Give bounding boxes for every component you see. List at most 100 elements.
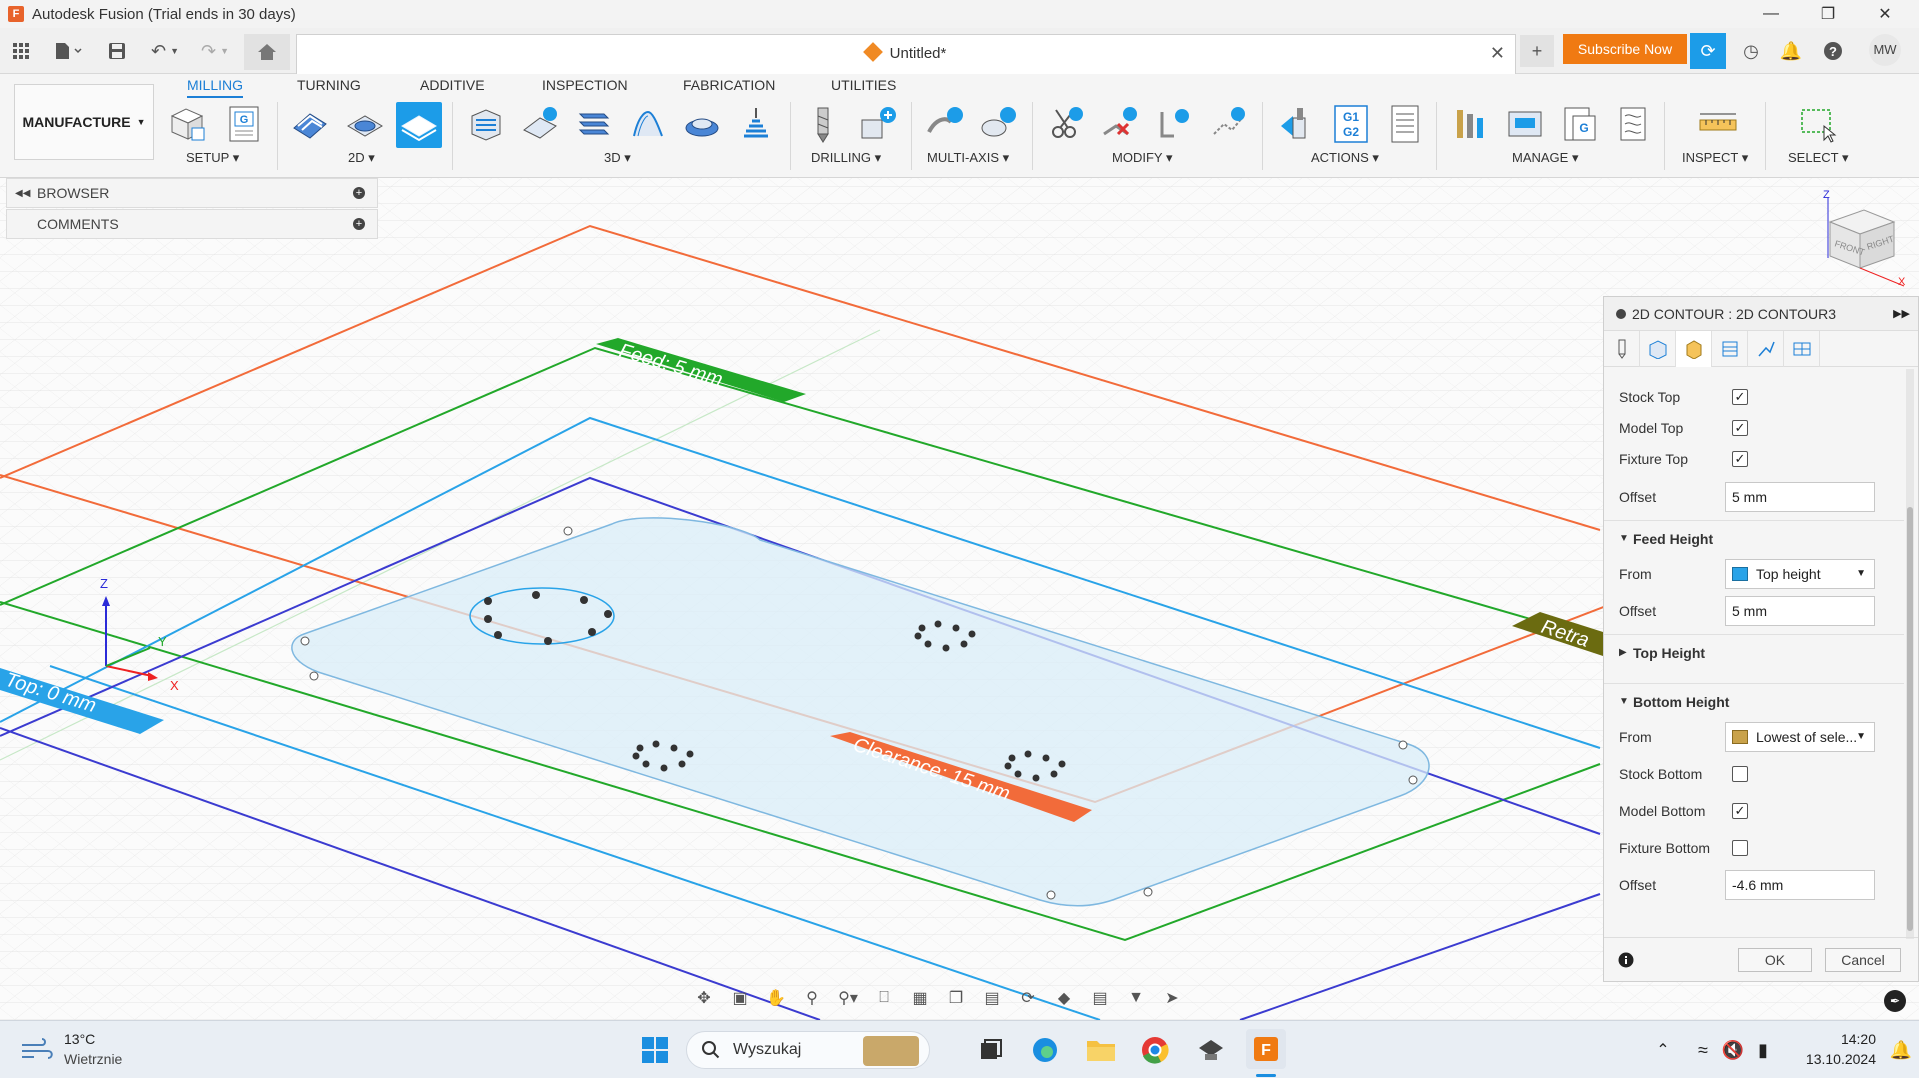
- post-process-icon[interactable]: G1G2: [1331, 104, 1371, 144]
- viewports-icon[interactable]: ❐: [942, 985, 970, 1011]
- section-analysis-icon[interactable]: ▤: [978, 985, 1006, 1011]
- document-tab[interactable]: Untitled* ✕: [296, 34, 1516, 74]
- 3d-adaptive-icon[interactable]: [466, 104, 506, 144]
- move-entry-icon[interactable]: [1154, 104, 1194, 144]
- bottom-offset-input[interactable]: -4.6 mm: [1725, 870, 1875, 900]
- stock-display-icon[interactable]: ◆: [1050, 985, 1078, 1011]
- tab-utilities[interactable]: UTILITIES: [831, 74, 896, 98]
- trim-toolpath-icon[interactable]: [1046, 104, 1086, 144]
- dialog-scrollbar-thumb[interactable]: [1907, 507, 1913, 931]
- 3d-steep-shallow-icon[interactable]: [574, 104, 614, 144]
- home-icon[interactable]: [244, 34, 290, 70]
- weather-wind-icon[interactable]: [20, 1037, 54, 1061]
- model-top-checkbox[interactable]: ✓: [1732, 420, 1748, 436]
- setup-sheet-icon[interactable]: [1385, 104, 1425, 144]
- job-status-clock-icon[interactable]: ◷: [1734, 36, 1768, 66]
- show-hidden-icons-chevron-icon[interactable]: ⌃: [1644, 1031, 1682, 1069]
- extensions-icon[interactable]: ⟳: [1690, 33, 1726, 69]
- delete-points-icon[interactable]: [1100, 104, 1140, 144]
- 3d-parallel-icon[interactable]: [628, 104, 668, 144]
- comments-expand-icon[interactable]: +: [353, 218, 365, 230]
- 2d-contour-icon-active[interactable]: [396, 102, 442, 148]
- save-icon[interactable]: [104, 36, 130, 66]
- zoom-icon[interactable]: ⚲: [798, 985, 826, 1011]
- machine-library-icon[interactable]: [1505, 104, 1545, 144]
- taskbar-time[interactable]: 14:20: [1786, 1031, 1876, 1047]
- viewcube[interactable]: FRONT RIGHT Z X: [1810, 188, 1910, 288]
- battery-icon[interactable]: ▮: [1744, 1031, 1782, 1069]
- user-avatar[interactable]: MW: [1869, 34, 1901, 66]
- workspace-switcher[interactable]: MANUFACTURE ▼: [14, 84, 154, 160]
- 3d-scallop-icon[interactable]: [682, 104, 722, 144]
- new-setup-icon[interactable]: [168, 104, 208, 144]
- look-at-icon[interactable]: ▣: [726, 985, 754, 1011]
- pan-hand-icon[interactable]: ✋: [762, 985, 790, 1011]
- measure-icon[interactable]: [1698, 104, 1738, 144]
- notifications-bell-icon[interactable]: 🔔: [1774, 36, 1808, 66]
- tool-library-icon[interactable]: [1451, 104, 1491, 144]
- 2d-pocket-icon[interactable]: [345, 104, 385, 144]
- group-setup[interactable]: SETUP ▾: [186, 150, 239, 166]
- swarf-icon[interactable]: [978, 104, 1018, 144]
- orbit-move-icon[interactable]: ✥: [690, 985, 718, 1011]
- 2d-adaptive-icon[interactable]: [290, 104, 330, 144]
- taskbar-date[interactable]: 13.10.2024: [1786, 1051, 1876, 1067]
- minimize-button[interactable]: —: [1743, 0, 1799, 28]
- taskbar-search[interactable]: Wyszukaj: [686, 1031, 930, 1069]
- info-icon[interactable]: [1618, 952, 1634, 968]
- fixture-top-checkbox[interactable]: ✓: [1732, 451, 1748, 467]
- 3d-contour-icon[interactable]: [736, 104, 776, 144]
- group-inspect[interactable]: INSPECT ▾: [1682, 150, 1748, 166]
- zoom-window-icon[interactable]: ⚲▾: [834, 985, 862, 1011]
- tool-display-icon[interactable]: ▼: [1122, 985, 1150, 1011]
- hole-recognition-icon[interactable]: [858, 104, 898, 144]
- collapse-browser-icon[interactable]: ◀◀: [15, 188, 30, 199]
- undo-icon[interactable]: ↶ ▼: [144, 36, 186, 66]
- heights-tab-icon[interactable]: [1676, 331, 1712, 367]
- simulation-display-icon[interactable]: ➤: [1158, 985, 1186, 1011]
- close-tab-icon[interactable]: ✕: [1490, 43, 1505, 64]
- data-panel-grid-icon[interactable]: [8, 36, 34, 66]
- bottom-from-select[interactable]: Lowest of sele... ▼: [1725, 722, 1875, 752]
- drill-icon[interactable]: [803, 104, 843, 144]
- ok-button[interactable]: OK: [1738, 948, 1812, 972]
- group-actions[interactable]: ACTIONS ▾: [1311, 150, 1379, 166]
- grid-snaps-icon[interactable]: ▦: [906, 985, 934, 1011]
- file-explorer-icon[interactable]: [1082, 1031, 1120, 1069]
- redo-icon[interactable]: ↷ ▼: [194, 36, 236, 66]
- windows-start-icon[interactable]: [636, 1031, 674, 1069]
- simulate-icon[interactable]: [1277, 104, 1317, 144]
- browser-panel-header[interactable]: ◀◀ BROWSER +: [6, 178, 378, 208]
- dialog-scrollbar[interactable]: [1906, 369, 1914, 939]
- templates-icon[interactable]: [1613, 104, 1653, 144]
- top-offset-input[interactable]: 5 mm: [1725, 482, 1875, 512]
- edge-browser-icon[interactable]: [1026, 1031, 1064, 1069]
- machine-display-icon[interactable]: ▤: [1086, 985, 1114, 1011]
- post-tab-icon[interactable]: [1784, 331, 1820, 367]
- top-height-section[interactable]: ▶ Top Height: [1604, 634, 1904, 670]
- restore-button[interactable]: ❐: [1800, 0, 1856, 28]
- stock-top-checkbox[interactable]: ✓: [1732, 389, 1748, 405]
- subscribe-now-button[interactable]: Subscribe Now: [1563, 34, 1687, 64]
- tab-turning[interactable]: TURNING: [297, 74, 361, 98]
- select-window-icon[interactable]: [1798, 104, 1838, 144]
- tab-fabrication[interactable]: FABRICATION: [683, 74, 775, 98]
- feedback-icon[interactable]: ✒: [1884, 990, 1906, 1012]
- tab-additive[interactable]: ADDITIVE: [420, 74, 485, 98]
- help-icon[interactable]: ?: [1816, 36, 1850, 66]
- toolpath-display-icon[interactable]: ⟳: [1014, 985, 1042, 1011]
- notification-bell-icon[interactable]: 🔔: [1882, 1031, 1919, 1069]
- feed-height-section[interactable]: ▼ Feed Height: [1604, 520, 1904, 556]
- feed-offset-input[interactable]: 5 mm: [1725, 596, 1875, 626]
- nc-program-icon[interactable]: G: [224, 104, 264, 144]
- task-view-icon[interactable]: [972, 1031, 1010, 1069]
- chrome-icon[interactable]: [1136, 1031, 1174, 1069]
- tab-inspection[interactable]: INSPECTION: [542, 74, 628, 98]
- weather-desc[interactable]: Wietrznie: [64, 1051, 122, 1067]
- stock-bottom-checkbox[interactable]: [1732, 766, 1748, 782]
- file-menu-icon[interactable]: [48, 36, 88, 66]
- close-window-button[interactable]: ✕: [1857, 0, 1913, 28]
- browser-expand-icon[interactable]: +: [353, 187, 365, 199]
- new-tab-plus-icon[interactable]: +: [1520, 35, 1554, 67]
- post-library-icon[interactable]: G: [1559, 104, 1599, 144]
